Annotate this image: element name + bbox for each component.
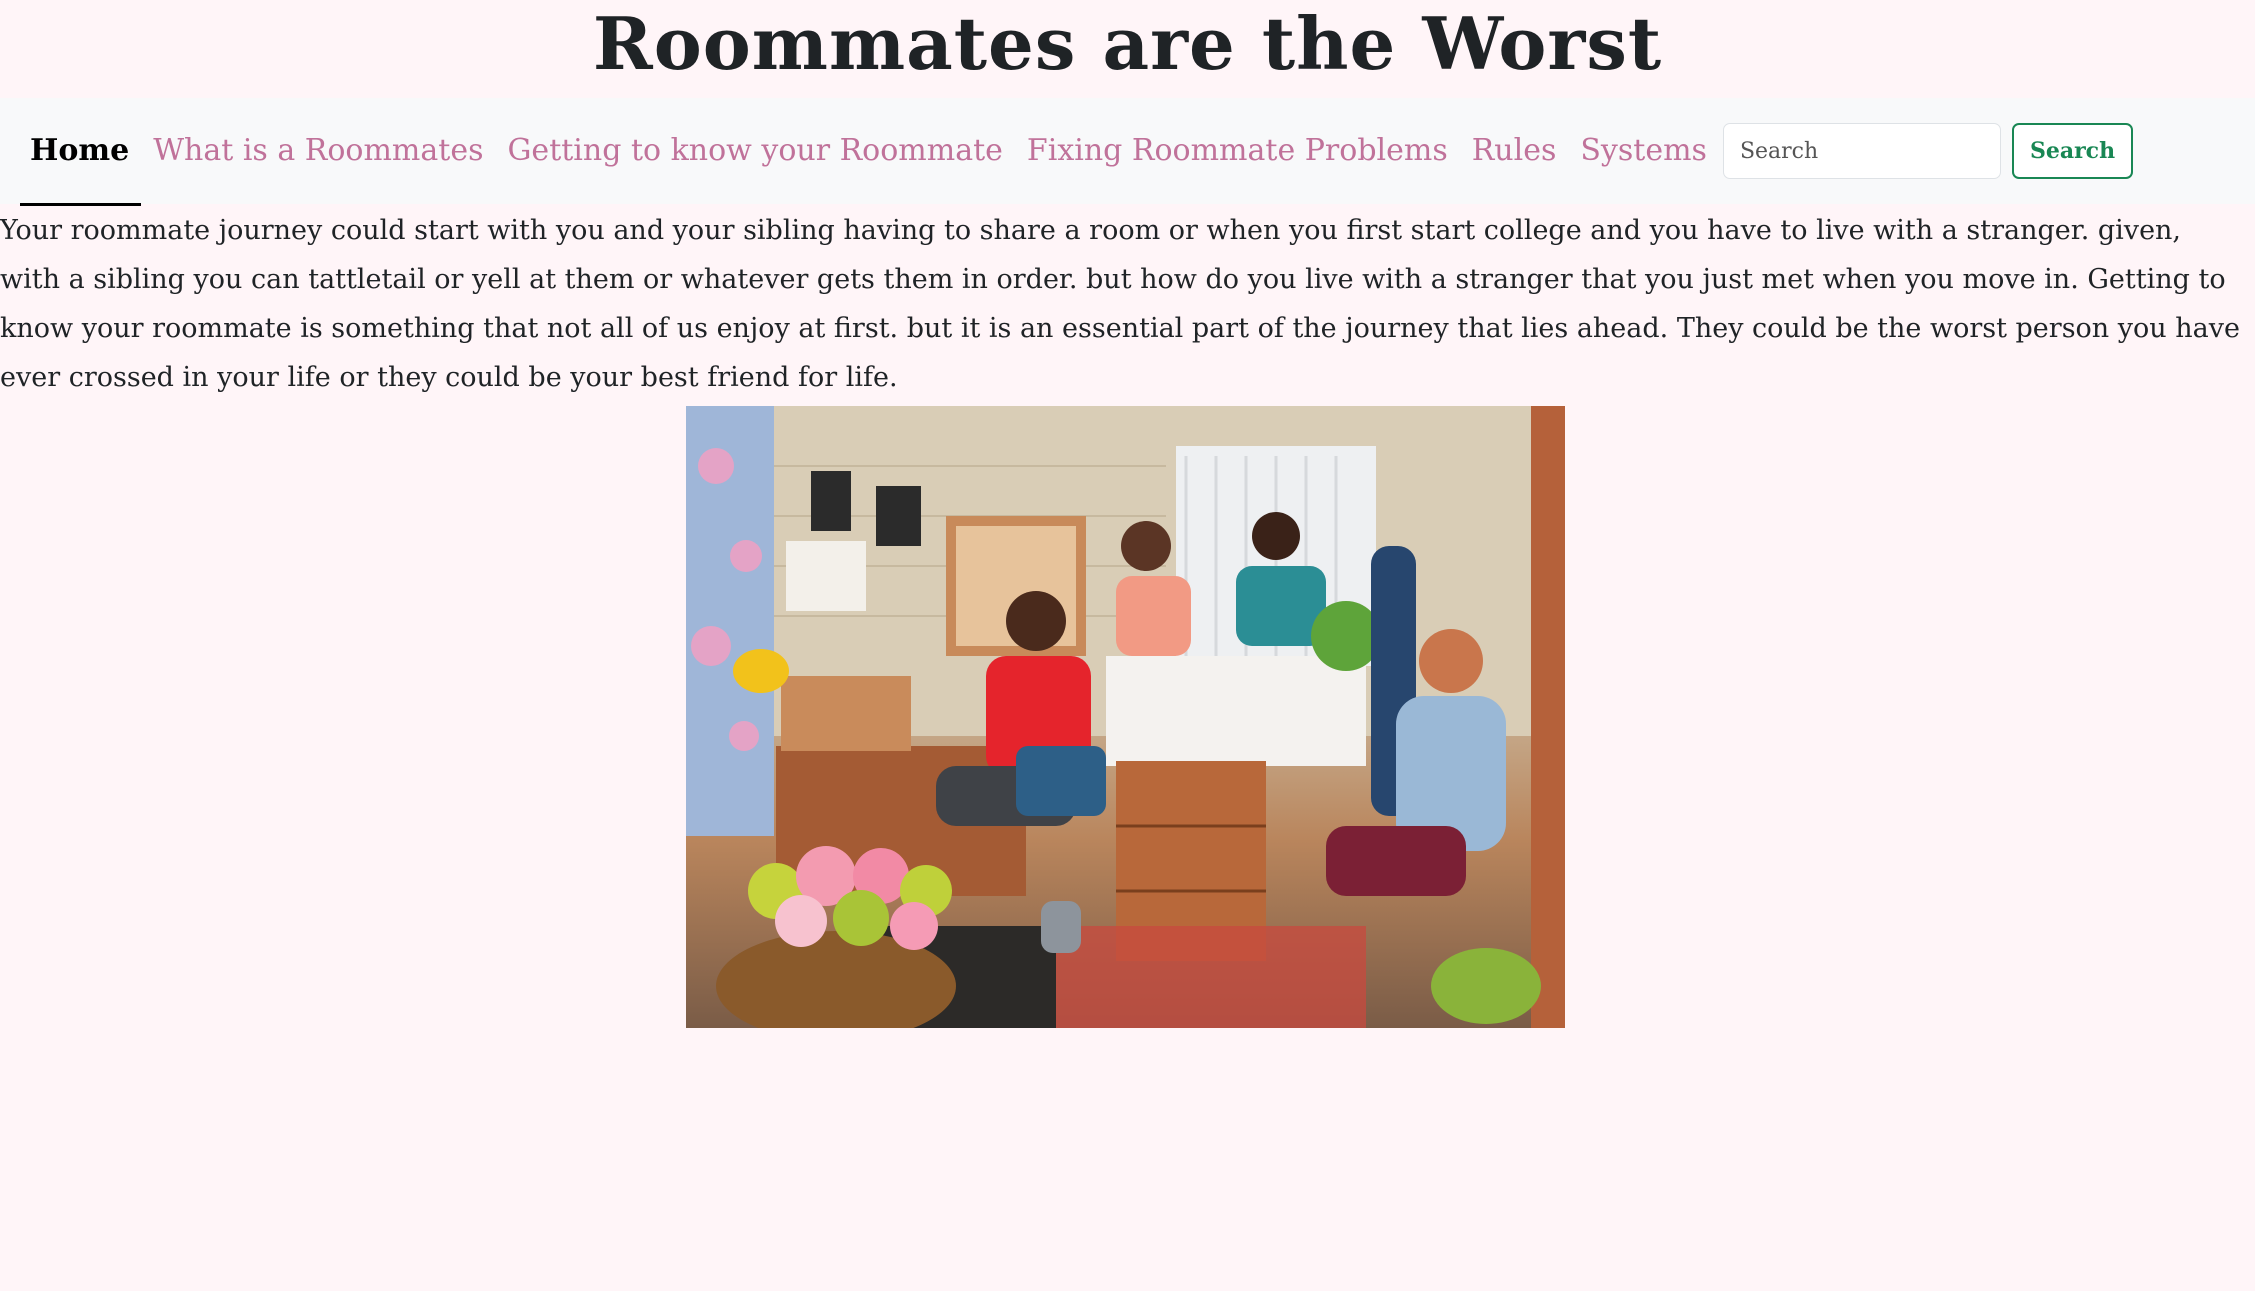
site-title: Roommates are the Worst — [592, 1, 1663, 86]
photo-container — [0, 406, 2255, 1028]
nav-home[interactable]: Home — [19, 133, 142, 206]
nav-getting-to-know[interactable]: Getting to know your Roommate — [507, 133, 1002, 169]
search-button[interactable]: Search — [2011, 123, 2134, 179]
search-form: Search — [1722, 123, 2134, 179]
nav-fixing-problems[interactable]: Fixing Roommate Problems — [1027, 133, 1448, 169]
intro-paragraph: Your roommate journey could start with y… — [0, 215, 2240, 393]
nav-rules[interactable]: Rules — [1472, 133, 1557, 169]
photo-icon — [685, 406, 1565, 1028]
search-input[interactable] — [1722, 123, 2001, 179]
nav-systems[interactable]: Systems — [1580, 133, 1707, 169]
main-navbar: Home What is a Roommates Getting to know… — [0, 98, 2255, 206]
roommates-photo — [685, 406, 1565, 1028]
nav-what-is-a-roommate[interactable]: What is a Roommates — [153, 133, 483, 169]
